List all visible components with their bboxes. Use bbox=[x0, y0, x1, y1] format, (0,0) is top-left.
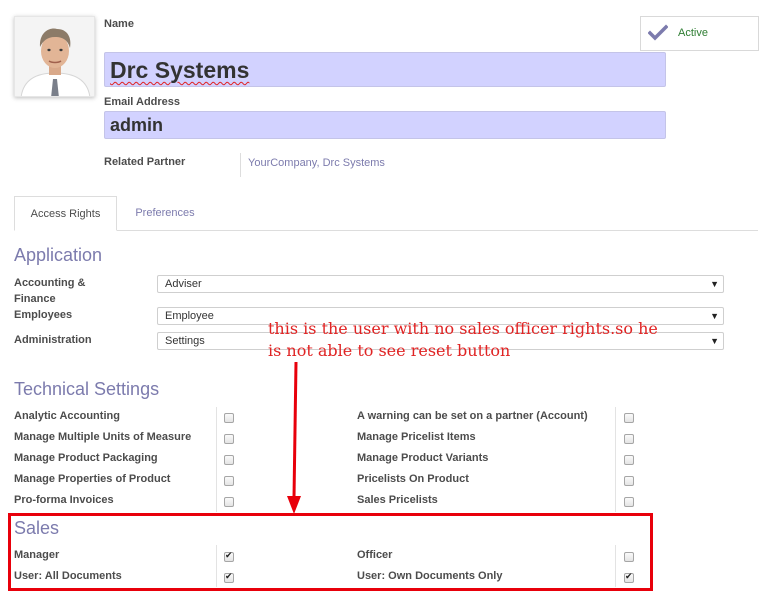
column-divider bbox=[615, 407, 616, 512]
caret-down-icon: ▼ bbox=[710, 311, 719, 321]
email-input[interactable]: admin bbox=[104, 111, 666, 139]
accounting-select-value: Adviser bbox=[165, 278, 202, 290]
technical-settings-title: Technical Settings bbox=[14, 379, 160, 399]
caret-down-icon: ▼ bbox=[710, 336, 719, 346]
employees-label: Employees bbox=[14, 309, 73, 321]
proforma-invoices-checkbox[interactable] bbox=[224, 497, 234, 507]
user-avatar[interactable] bbox=[14, 16, 95, 97]
sales-pricelists-label: Sales Pricelists bbox=[357, 494, 438, 506]
pricelists-on-product-label: Pricelists On Product bbox=[357, 473, 469, 485]
check-icon bbox=[647, 24, 669, 47]
employees-select-value: Employee bbox=[165, 310, 214, 322]
multiple-uom-label: Manage Multiple Units of Measure bbox=[14, 431, 192, 443]
active-toggle-button[interactable]: Active bbox=[640, 16, 759, 51]
related-partner-link[interactable]: YourCompany, Drc Systems bbox=[240, 153, 385, 177]
sales-pricelists-checkbox[interactable] bbox=[624, 497, 634, 507]
pricelist-items-label: Manage Pricelist Items bbox=[357, 431, 476, 443]
avatar-photo bbox=[15, 17, 94, 96]
administration-select-value: Settings bbox=[165, 335, 205, 347]
email-label: Email Address bbox=[104, 96, 181, 108]
pricelist-items-checkbox[interactable] bbox=[624, 434, 634, 444]
accounting-label-line2: Finance bbox=[14, 293, 56, 305]
product-variants-checkbox[interactable] bbox=[624, 455, 634, 465]
pricelists-on-product-checkbox[interactable] bbox=[624, 476, 634, 486]
product-variants-label: Manage Product Variants bbox=[357, 452, 489, 464]
caret-down-icon: ▼ bbox=[710, 279, 719, 289]
product-properties-label: Manage Properties of Product bbox=[14, 473, 171, 485]
name-label: Name bbox=[104, 18, 134, 30]
multiple-uom-checkbox[interactable] bbox=[224, 434, 234, 444]
accounting-label-line1: Accounting & bbox=[14, 277, 86, 289]
administration-label: Administration bbox=[14, 334, 92, 346]
related-partner-label: Related Partner bbox=[104, 156, 186, 168]
name-value: Drc Systems bbox=[110, 57, 250, 83]
annotation-text: this is the user with no sales officer r… bbox=[268, 318, 668, 362]
product-properties-checkbox[interactable] bbox=[224, 476, 234, 486]
name-input[interactable]: Drc Systems bbox=[104, 52, 666, 87]
annotation-line1: this is the user with no sales officer r… bbox=[268, 319, 658, 338]
partner-warning-label: A warning can be set on a partner (Accou… bbox=[357, 410, 588, 422]
tab-preferences[interactable]: Preferences bbox=[121, 196, 209, 231]
accounting-label: Accounting & Finance bbox=[14, 275, 86, 307]
product-packaging-label: Manage Product Packaging bbox=[14, 452, 158, 464]
application-section-title: Application bbox=[14, 245, 103, 265]
column-divider bbox=[216, 407, 217, 512]
annotation-line2: is not able to see reset button bbox=[268, 341, 511, 360]
tab-access-rights[interactable]: Access Rights bbox=[14, 196, 117, 231]
accounting-select[interactable]: Adviser ▼ bbox=[157, 275, 724, 293]
analytic-accounting-checkbox[interactable] bbox=[224, 413, 234, 423]
analytic-accounting-label: Analytic Accounting bbox=[14, 410, 120, 422]
partner-warning-checkbox[interactable] bbox=[624, 413, 634, 423]
product-packaging-checkbox[interactable] bbox=[224, 455, 234, 465]
sales-highlight-box bbox=[8, 513, 653, 591]
proforma-invoices-label: Pro-forma Invoices bbox=[14, 494, 114, 506]
annotation-arrow-icon bbox=[287, 361, 301, 514]
active-status-label: Active bbox=[678, 27, 708, 39]
